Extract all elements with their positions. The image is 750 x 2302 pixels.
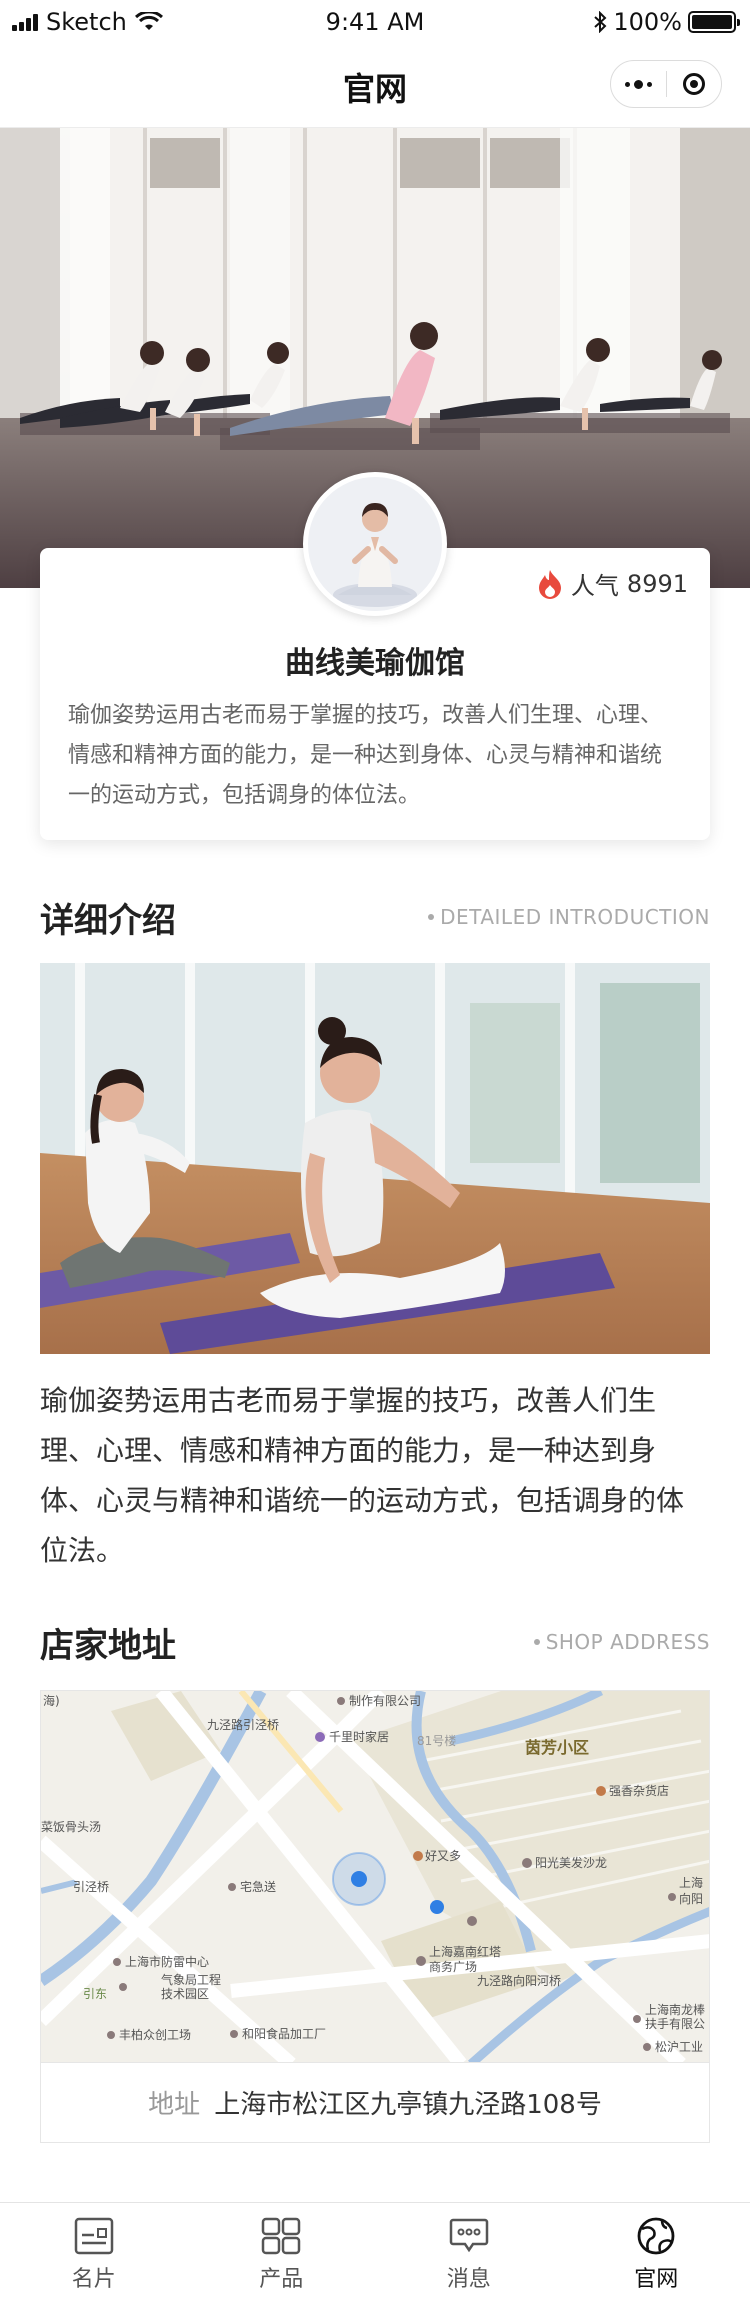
- battery-icon: [688, 11, 740, 33]
- tab-label: 消息: [446, 2267, 491, 2292]
- map-label: 引泾桥: [73, 1880, 109, 1894]
- map-label: 阳光美发沙龙: [535, 1855, 607, 1870]
- shop-description: 瑜伽姿势运用古老而易于掌握的技巧，改善人们生理、心理、情感和精神方面的能力，是一…: [68, 703, 663, 808]
- address-value: 上海市松江区九亭镇九泾路108号: [214, 2090, 602, 2120]
- map-label: 好又多: [425, 1849, 461, 1863]
- map-label: 上海南龙棒: [645, 2002, 705, 2017]
- map-label: 上海市防雷中心: [125, 1954, 209, 1969]
- tab-products[interactable]: 产品: [188, 2203, 376, 2302]
- map-label: 上海: [679, 1875, 703, 1890]
- popularity-count: 8991: [626, 569, 688, 598]
- map-label: 向阳: [679, 1891, 703, 1906]
- bluetooth-icon: [594, 11, 607, 33]
- address-section-subtitle: SHOP ADDRESS: [533, 1630, 710, 1654]
- map-label: 扶手有限公: [645, 2016, 705, 2031]
- tab-website[interactable]: 官网: [563, 2203, 750, 2302]
- address-section-header: 店家地址 SHOP ADDRESS: [40, 1618, 710, 1668]
- avatar: [303, 472, 447, 616]
- globe-icon: [637, 2217, 675, 2255]
- tab-card[interactable]: 名片: [0, 2203, 188, 2302]
- intro-photo: [40, 963, 710, 1354]
- mini-program-capsule: [610, 60, 722, 108]
- map-label: 制作有限公司: [349, 1694, 421, 1708]
- map-label: 气象局工程: [161, 1972, 221, 1987]
- more-button[interactable]: [611, 61, 666, 107]
- battery-percent: 100%: [613, 8, 682, 36]
- grid-icon: [262, 2217, 301, 2255]
- intro-section-header: 详细介绍 DETAILED INTRODUCTION: [40, 893, 710, 943]
- map-label: 强香杂货店: [609, 1783, 669, 1798]
- map-label: 海): [43, 1693, 60, 1708]
- nav-bar: 官网: [0, 42, 750, 128]
- shop-name: 曲线美瑜伽馆: [285, 646, 465, 681]
- address-bar[interactable]: 地址 上海市松江区九亭镇九泾路108号: [40, 2063, 710, 2143]
- map-label: 菜饭骨头汤: [41, 1820, 101, 1834]
- fire-icon: [538, 569, 561, 599]
- tab-label: 官网: [634, 2267, 679, 2292]
- map-label: 技术园区: [161, 1987, 209, 2001]
- tab-messages[interactable]: 消息: [375, 2203, 563, 2302]
- intro-text: 瑜伽姿势运用古老而易于掌握的技巧，改善人们生理、心理、情感和精神方面的能力，是一…: [40, 1384, 685, 1567]
- intro-section-title: 详细介绍: [40, 901, 176, 941]
- map-label: 茵芳小区: [525, 1738, 589, 1757]
- status-bar: Sketch 9:41 AM 100%: [0, 0, 750, 42]
- tab-bar: 名片 产品 消息 官网: [0, 2202, 750, 2302]
- tab-label: 名片: [71, 2267, 116, 2292]
- map-label: 丰柏众创工场: [119, 2027, 191, 2042]
- map-label: 81号楼: [417, 1733, 456, 1748]
- map-label: 千里时家居: [329, 1729, 389, 1744]
- close-program-button[interactable]: [667, 61, 722, 107]
- message-icon: [449, 2218, 488, 2253]
- more-icon: [624, 79, 652, 89]
- popularity-badge: 人气 8991: [537, 566, 688, 601]
- tab-label: 产品: [259, 2267, 304, 2292]
- map-label: 九泾路引泾桥: [207, 1717, 279, 1732]
- map-label: 和阳食品加工厂: [242, 2026, 326, 2041]
- map-label: 引东: [83, 1987, 107, 2001]
- address-label: 地址: [148, 2090, 201, 2120]
- map-label: 上海嘉南红塔: [429, 1944, 501, 1959]
- address-section-title: 店家地址: [40, 1626, 176, 1666]
- map-label: 九泾路向阳河桥: [477, 1973, 561, 1988]
- card-icon: [74, 2217, 113, 2255]
- popularity-label: 人气: [570, 572, 619, 600]
- record-icon: [682, 73, 705, 95]
- map-label: 商务广场: [429, 1959, 477, 1974]
- map[interactable]: 海) 九泾路引泾桥 制作有限公司 千里时家居 81号楼 茵芳小区 强香杂货店 菜…: [40, 1690, 710, 2063]
- map-label: 松沪工业: [655, 2040, 703, 2054]
- intro-section-subtitle: DETAILED INTRODUCTION: [428, 905, 710, 929]
- map-label: 宅急送: [240, 1879, 276, 1894]
